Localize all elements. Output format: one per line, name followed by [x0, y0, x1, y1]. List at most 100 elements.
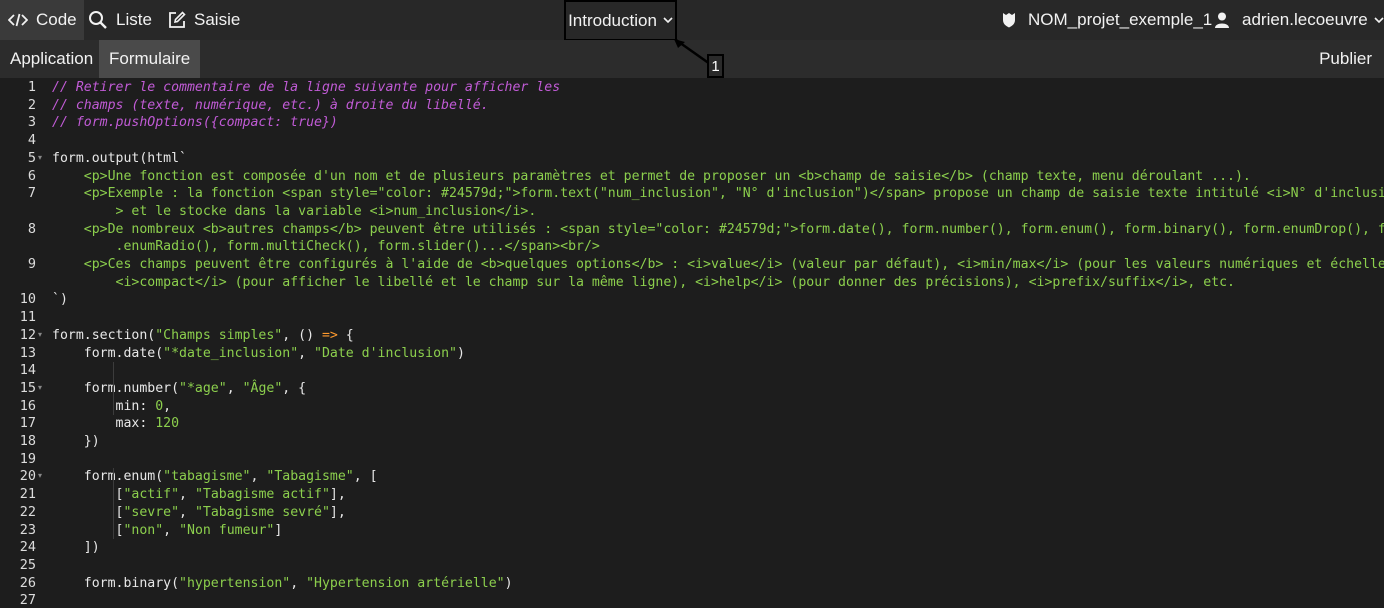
code-line: <p>Une fonction est composée d'un nom et…: [52, 168, 1251, 185]
page-select-dropdown[interactable]: Introduction: [564, 0, 677, 41]
saisie-mode-label: Saisie: [194, 10, 241, 29]
code-token: form.section(: [52, 327, 156, 343]
line-number: 25: [19, 556, 36, 573]
code-token: <p>Exemple : la fonction <span style="co…: [52, 186, 1384, 202]
fold-toggle-icon[interactable]: ▾: [38, 153, 42, 162]
code-line: // Retirer le commentaire de la ligne su…: [52, 79, 560, 96]
project-selector[interactable]: NOM_projet_exemple_1: [1002, 0, 1212, 40]
code-token: "Date d'inclusion": [314, 345, 457, 361]
code-token: ,: [250, 469, 267, 485]
line-number: 15: [19, 379, 36, 396]
liste-mode-label: Liste: [116, 10, 152, 29]
chevron-down-icon: [1374, 16, 1384, 24]
code-line: // form.pushOptions({compact: true}): [52, 114, 338, 131]
line-number: 18: [19, 433, 36, 449]
code-token: <p>Une fonction est composée d'un nom et…: [52, 168, 1251, 184]
code-token: min:: [52, 398, 156, 414]
code-token: , [: [353, 469, 378, 485]
line-number: 16: [19, 397, 36, 414]
indent-guide: [113, 468, 114, 540]
line-number: 5: [27, 149, 36, 166]
code-token: ],: [329, 504, 346, 520]
code-token: "hypertension": [179, 575, 291, 591]
code-token: =>: [321, 327, 338, 343]
code-line: form.output(html`: [52, 150, 187, 167]
line-number: 19: [19, 450, 36, 467]
line-number: 12: [19, 326, 36, 343]
code-token: ): [504, 575, 513, 591]
tab-formulaire[interactable]: Formulaire: [99, 40, 201, 78]
code-token: <i>compact</i> (pour afficher le libellé…: [52, 274, 1235, 290]
code-line: form.number("*age", "Âge", {: [52, 380, 306, 397]
code-line: // champs (texte, numérique, etc.) à dro…: [52, 97, 489, 114]
page-select-label: Introduction: [568, 10, 657, 30]
code-token: "Tabagisme actif": [194, 487, 330, 503]
code-token: "non": [123, 522, 164, 538]
code-mode-label: Code: [36, 10, 77, 29]
code-token: "Tabagisme sevré": [194, 504, 330, 520]
line-number: 3: [27, 114, 36, 131]
code-token: "actif": [123, 487, 180, 503]
code-line: <p>Exemple : la fonction <span style="co…: [52, 185, 1384, 202]
code-token: , {: [282, 380, 307, 396]
code-token: "tabagisme": [163, 469, 251, 485]
code-token: // form.pushOptions({compact: true}): [52, 115, 338, 131]
saisie-mode-button[interactable]: Saisie: [168, 0, 240, 40]
line-number: 1: [27, 79, 36, 95]
search-icon: [88, 10, 108, 30]
code-mode-button[interactable]: Code: [0, 0, 84, 40]
code-token: > et le stocke dans la variable <i>num_i…: [52, 203, 537, 219]
fold-toggle-icon[interactable]: ▾: [38, 383, 42, 392]
line-number: 26: [19, 574, 36, 591]
line-number: 20: [19, 468, 36, 485]
code-line: <p>De nombreux <b>autres champs</b> peuv…: [52, 221, 1384, 238]
code-token: // champs (texte, numérique, etc.) à dro…: [52, 97, 489, 113]
code-token: ]: [274, 522, 283, 538]
code-token: <p>De nombreux <b>autres champs</b> peuv…: [52, 221, 1384, 237]
line-number: 21: [19, 486, 36, 503]
code-token: form.date(: [52, 345, 164, 361]
code-line: form.binary("hypertension", "Hypertensio…: [52, 575, 513, 592]
line-number: 27: [19, 592, 36, 608]
line-number: 7: [27, 185, 36, 202]
user-menu[interactable]: adrien.lecoeuvre: [1215, 0, 1384, 40]
code-token: ,: [163, 522, 180, 538]
code-token: ,: [163, 398, 172, 414]
code-token: form.output(html`: [52, 150, 187, 166]
code-token: 120: [155, 416, 180, 432]
publish-button[interactable]: Publier: [1309, 40, 1384, 78]
code-token: "Hypertension artérielle": [306, 575, 505, 591]
fold-toggle-icon[interactable]: ▾: [38, 330, 42, 339]
code-token: }): [52, 434, 100, 449]
code-token: "Non fumeur": [179, 522, 275, 538]
top-toolbar: Code Liste Saisie Introduction NOM_proje…: [0, 0, 1384, 41]
code-line: form.date("*date_inclusion", "Date d'inc…: [52, 345, 465, 362]
code-line: <p>Ces champs peuvent être configurés à …: [52, 256, 1384, 273]
code-editor[interactable]: 1 2 3 4 5 ▾ 6 7 8 9 10 11 12 ▾ 13 14 15 ▾ 16 17 18 19 20 ▾ 21 22 2…: [0, 78, 1384, 608]
project-shield-icon: [1002, 12, 1016, 28]
code-token: "Champs simples": [155, 327, 283, 343]
code-line: ["non", "Non fumeur"]: [52, 522, 283, 539]
code-token: ,: [290, 575, 307, 591]
code-token: form.binary(: [52, 575, 180, 591]
code-token: "sevre": [123, 504, 180, 520]
line-number: 24: [19, 539, 36, 556]
code-token: "*date_inclusion": [163, 345, 299, 361]
tab-application[interactable]: Application: [0, 40, 103, 78]
code-line: <i>compact</i> (pour afficher le libellé…: [52, 274, 1235, 291]
code-token: .enumRadio(), form.multiCheck(), form.sl…: [52, 239, 600, 255]
code-line: form.enum("tabagisme", "Tabagisme", [: [52, 468, 378, 485]
line-number-gutter: 1 2 3 4 5 ▾ 6 7 8 9 10 11 12 ▾ 13 14 15 ▾ 16 17 18 19 20 ▾ 21 22 2…: [0, 78, 46, 608]
line-number: 14: [19, 362, 36, 379]
line-number: 2: [27, 96, 36, 113]
code-line: ["actif", "Tabagisme actif"],: [52, 486, 346, 503]
project-name: NOM_projet_exemple_1: [1028, 10, 1213, 29]
fold-toggle-icon[interactable]: ▾: [38, 471, 42, 480]
liste-mode-button[interactable]: Liste: [88, 0, 152, 40]
line-number: 17: [19, 415, 36, 432]
annotation-label: 1: [707, 54, 724, 78]
chevron-down-icon: [663, 17, 673, 24]
code-line: > et le stocke dans la variable <i>num_i…: [52, 203, 537, 220]
code-icon: [8, 13, 28, 27]
code-line: ["sevre", "Tabagisme sevré"],: [52, 504, 346, 521]
